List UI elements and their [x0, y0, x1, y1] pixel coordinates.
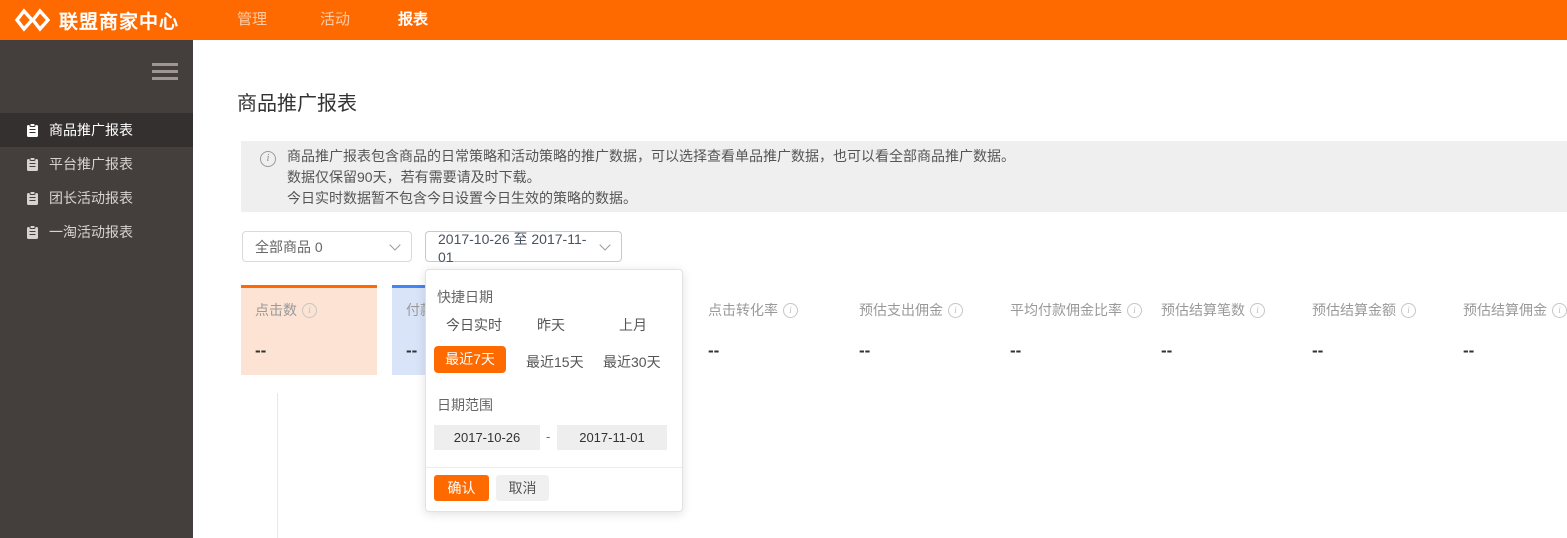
info-icon[interactable]: i — [1552, 302, 1567, 318]
app-window: 联盟商家中心 管理 活动 报表 商品推广报表 平台推广报表 团长活动报表 一淘活… — [0, 0, 1567, 538]
quick-option-yesterday[interactable]: 昨天 — [537, 315, 565, 335]
quick-date-label: 快捷日期 — [437, 289, 493, 305]
range-separator: - — [546, 429, 551, 444]
brand-name: 联盟商家中心 — [59, 11, 180, 33]
stat-card-est-settlement-amount: 预估结算金额 i -- — [1298, 285, 1434, 375]
quick-option-last-30-days[interactable]: 最近30天 — [603, 352, 661, 372]
brand-logo[interactable]: 联盟商家中心 — [14, 0, 179, 40]
stat-label: 平均付款佣金比率 i — [1010, 300, 1142, 320]
sidebar-item-label: 团长活动报表 — [49, 190, 133, 206]
stat-card-est-settlement-count: 预估结算笔数 i -- — [1147, 285, 1283, 375]
info-icon[interactable]: i — [783, 302, 798, 318]
info-icon[interactable]: i — [1401, 302, 1416, 318]
range-start-input[interactable] — [434, 425, 540, 450]
product-filter-select[interactable]: 全部商品 0 — [242, 231, 412, 262]
report-icon — [27, 224, 38, 239]
stat-value: -- — [1010, 341, 1022, 360]
sidebar-menu: 商品推广报表 平台推广报表 团长活动报表 一淘活动报表 — [0, 113, 193, 249]
quick-option-last-month[interactable]: 上月 — [619, 315, 647, 335]
stat-value: -- — [859, 341, 871, 360]
stat-card-est-settlement-commission: 预估结算佣金 i -- — [1449, 285, 1567, 375]
info-icon[interactable]: i — [302, 302, 317, 318]
notice-line: 今日实时数据暂不包含今日设置今日生效的策略的数据。 — [287, 190, 637, 206]
stat-value: -- — [708, 341, 720, 360]
stat-card-avg-commission-rate: 平均付款佣金比率 i -- — [996, 285, 1142, 375]
report-icon — [27, 156, 38, 171]
notice-line: 商品推广报表包含商品的日常策略和活动策略的推广数据，可以选择查看单品推广数据，也… — [287, 148, 1015, 164]
stat-label: 点击数 i — [255, 300, 363, 320]
stat-card-clicks: 点击数 i -- — [241, 285, 377, 375]
quick-option-today[interactable]: 今日实时 — [446, 315, 502, 335]
cancel-button[interactable]: 取消 — [496, 475, 549, 501]
notice-line: 数据仅保留90天，若有需要请及时下载。 — [287, 169, 541, 185]
info-icon[interactable]: i — [1127, 302, 1142, 318]
stat-card-click-conversion: 点击转化率 i -- — [694, 285, 830, 375]
stat-card-est-commission-paid: 预估支出佣金 i -- — [845, 285, 981, 375]
date-range-value: 2017-10-26 至 2017-11-01 — [438, 230, 587, 265]
product-filter-value: 全部商品 0 — [255, 238, 323, 255]
chevron-down-icon — [599, 238, 611, 251]
date-range-select[interactable]: 2017-10-26 至 2017-11-01 — [425, 230, 622, 265]
chart-axis-line — [277, 393, 278, 538]
sidebar: 商品推广报表 平台推广报表 团长活动报表 一淘活动报表 — [0, 40, 193, 538]
sidebar-item-etao-activity-report[interactable]: 一淘活动报表 — [0, 215, 193, 249]
nav-item-report[interactable]: 报表 — [398, 0, 428, 40]
stat-value: -- — [255, 341, 267, 360]
sidebar-item-label: 一淘活动报表 — [49, 224, 133, 240]
confirm-button[interactable]: 确认 — [434, 475, 489, 501]
range-end-input[interactable] — [557, 425, 667, 450]
date-range-label: 日期范围 — [437, 397, 493, 413]
stat-label: 预估结算佣金 i — [1463, 300, 1567, 320]
popup-divider — [426, 467, 682, 468]
stat-label: 预估结算金额 i — [1312, 300, 1420, 320]
stat-value: -- — [1463, 341, 1475, 360]
stat-label: 预估支出佣金 i — [859, 300, 967, 320]
sidebar-item-label: 商品推广报表 — [49, 122, 133, 138]
stat-label: 预估结算笔数 i — [1161, 300, 1269, 320]
notice-text: 商品推广报表包含商品的日常策略和活动策略的推广数据，可以选择查看单品推广数据，也… — [287, 146, 1015, 209]
stat-value: -- — [1312, 341, 1324, 360]
menu-toggle-icon[interactable] — [152, 63, 178, 84]
sidebar-item-leader-activity-report[interactable]: 团长活动报表 — [0, 181, 193, 215]
info-icon[interactable]: i — [1250, 302, 1265, 318]
top-header: 联盟商家中心 管理 活动 报表 — [0, 0, 1567, 40]
nav-item-activity[interactable]: 活动 — [320, 0, 350, 40]
info-icon: i — [260, 151, 276, 167]
quick-option-last-7-days[interactable]: 最近7天 — [434, 346, 506, 373]
report-icon — [27, 190, 38, 205]
stat-label: 点击转化率 i — [708, 300, 816, 320]
info-icon[interactable]: i — [948, 302, 963, 318]
stat-value: -- — [1161, 341, 1173, 360]
page-title: 商品推广报表 — [237, 93, 357, 115]
quick-option-last-15-days[interactable]: 最近15天 — [526, 352, 584, 372]
sidebar-item-platform-report[interactable]: 平台推广报表 — [0, 147, 193, 181]
date-picker-popup: 快捷日期 今日实时 昨天 上月 最近7天 最近15天 最近30天 日期范围 - … — [425, 269, 683, 512]
sidebar-item-label: 平台推广报表 — [49, 156, 133, 172]
sidebar-item-product-report[interactable]: 商品推广报表 — [0, 113, 193, 147]
chevron-down-icon — [389, 238, 401, 251]
report-icon — [27, 122, 38, 137]
notice-box: i 商品推广报表包含商品的日常策略和活动策略的推广数据，可以选择查看单品推广数据… — [241, 141, 1567, 212]
logo-infinity-icon — [14, 8, 50, 32]
nav-item-manage[interactable]: 管理 — [237, 0, 267, 40]
